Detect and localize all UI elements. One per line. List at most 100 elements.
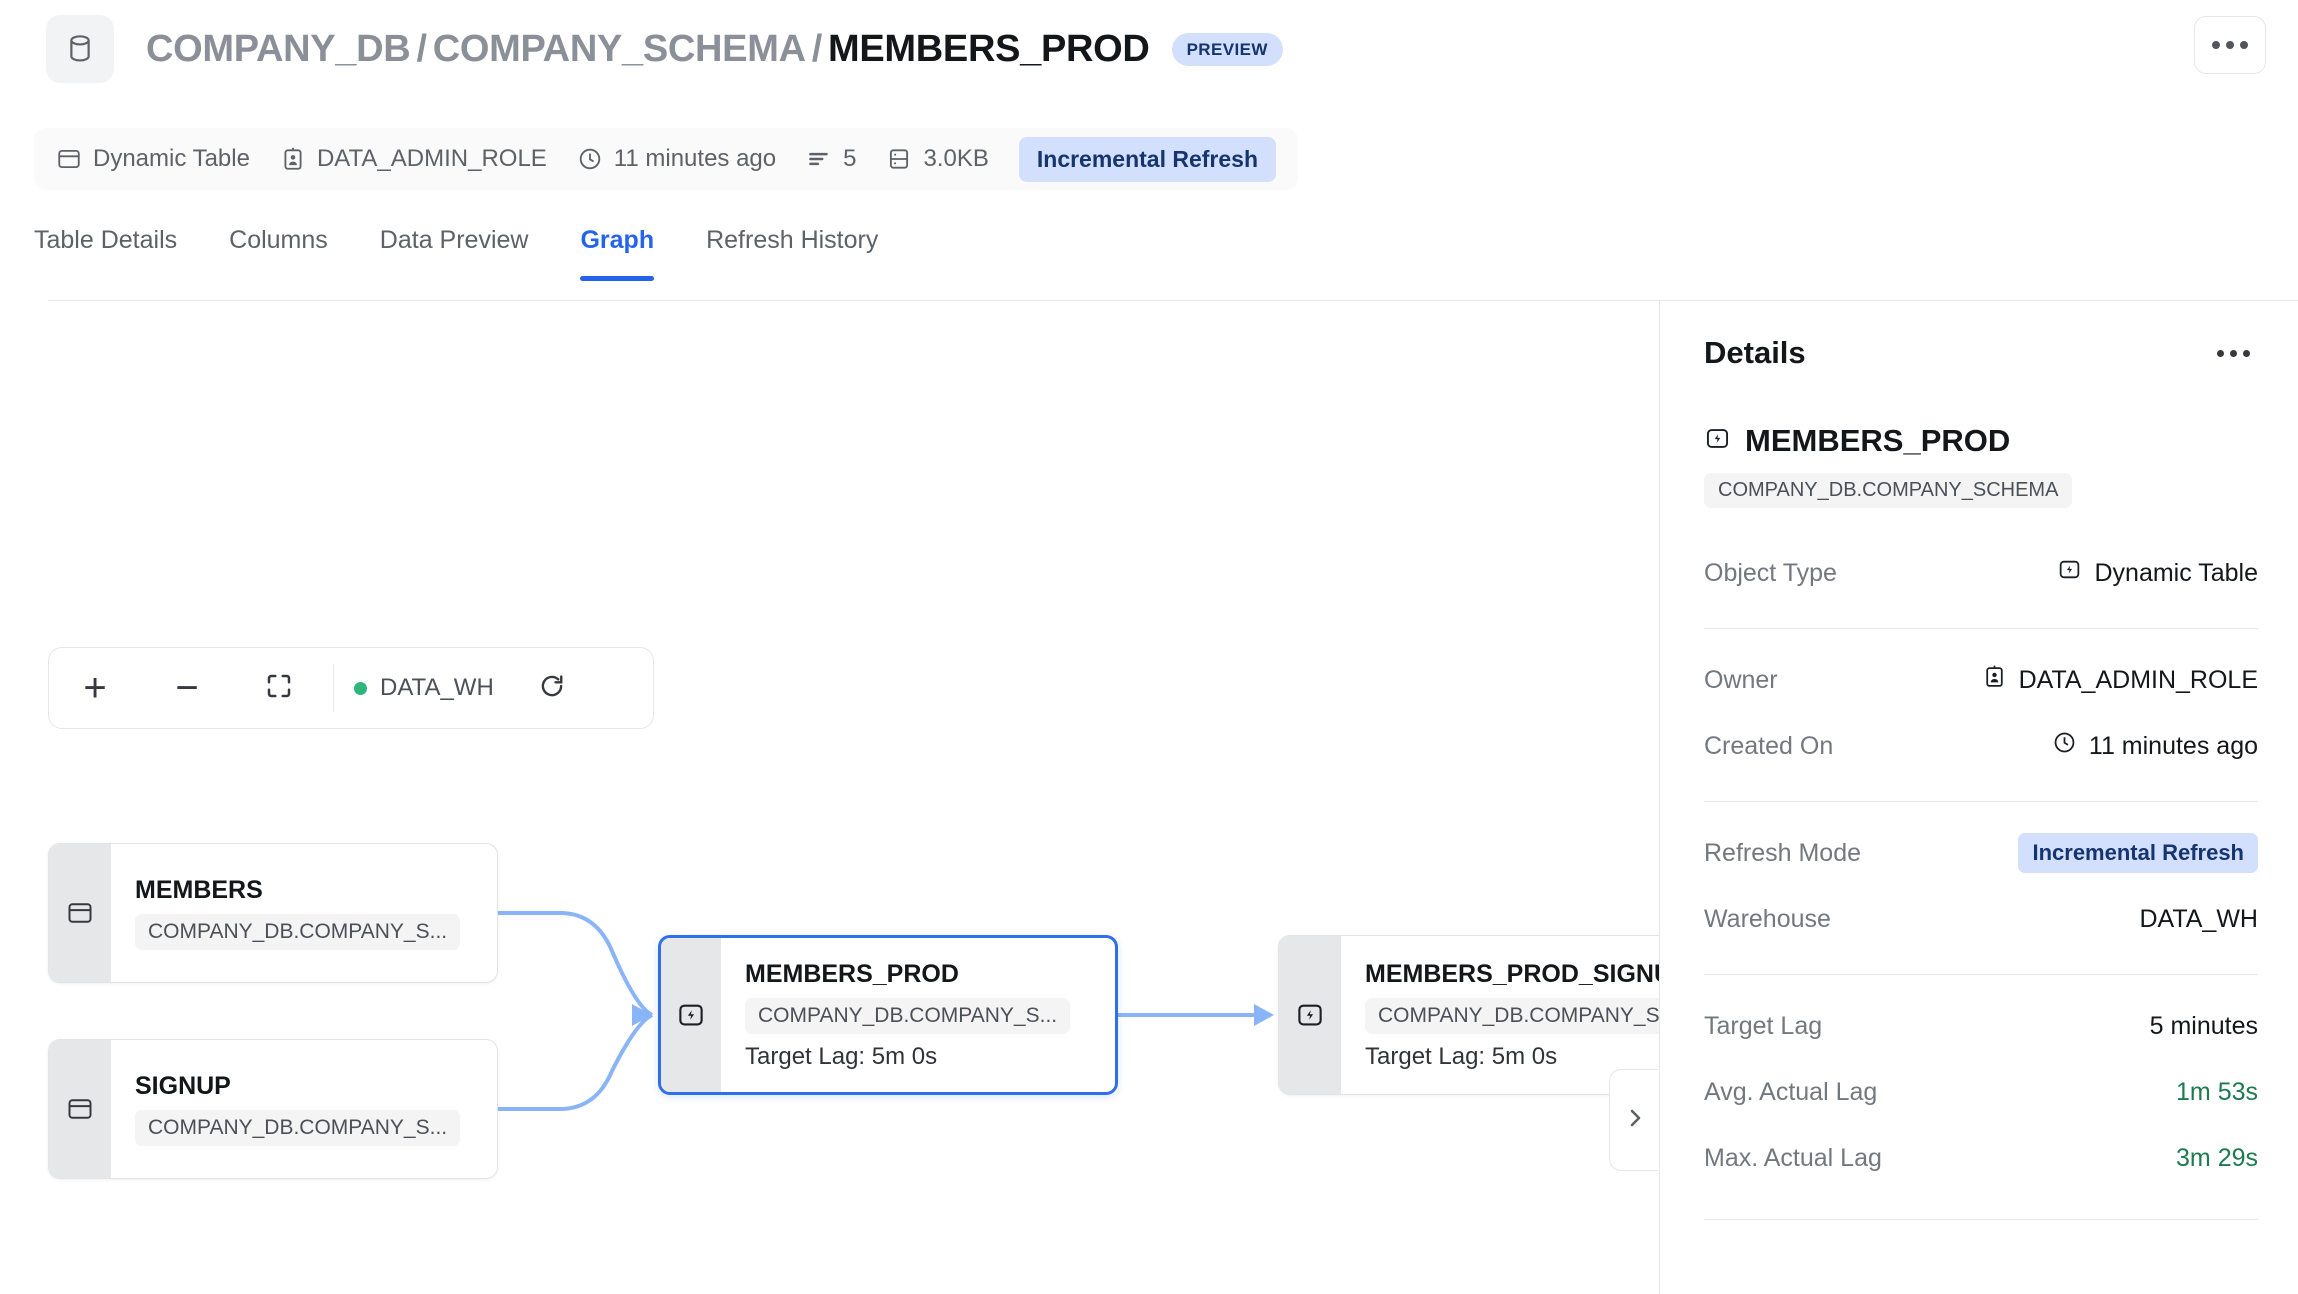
fit-view-icon	[264, 671, 294, 706]
tab-columns[interactable]: Columns	[229, 218, 328, 281]
details-row-warehouse: Warehouse DATA_WH	[1704, 886, 2258, 952]
preview-badge: PREVIEW	[1171, 32, 1283, 66]
details-target-lag-value: 5 minutes	[2149, 1011, 2258, 1040]
dynamic-table-icon	[2057, 557, 2082, 589]
breadcrumb-separator-2: /	[811, 27, 823, 70]
details-divider	[1704, 1219, 2258, 1220]
graph-node-signup[interactable]: SIGNUP COMPANY_DB.COMPANY_S...	[48, 1039, 498, 1179]
tab-table-details[interactable]: Table Details	[34, 218, 177, 281]
graph-node-members[interactable]: MEMBERS COMPANY_DB.COMPANY_S...	[48, 843, 498, 983]
header-more-button[interactable]	[2194, 16, 2266, 74]
details-created-value: 11 minutes ago	[2088, 731, 2258, 760]
details-value: DATA_ADMIN_ROLE	[1982, 664, 2258, 696]
graph-toolbar: + − DATA_WH	[48, 647, 654, 729]
details-value: Incremental Refresh	[2018, 833, 2258, 873]
details-owner-value: DATA_ADMIN_ROLE	[2018, 665, 2258, 694]
meta-created-label: 11 minutes ago	[613, 145, 777, 172]
details-warehouse-value: DATA_WH	[2139, 904, 2258, 933]
graph-node-members-prod[interactable]: MEMBERS_PROD COMPANY_DB.COMPANY_S... Tar…	[658, 935, 1118, 1095]
details-value: Dynamic Table	[2057, 557, 2258, 589]
graph-node-title: MEMBERS_PROD_SIGNUP	[1365, 959, 1659, 988]
graph-node-body: SIGNUP COMPANY_DB.COMPANY_S...	[111, 1040, 497, 1178]
graph-node-body: MEMBERS_PROD_SIGNUP COMPANY_DB.COMPANY_S…	[1341, 936, 1659, 1094]
details-row-owner: Owner DATA_ADMIN_ROLE	[1704, 647, 2258, 713]
tab-refresh-history[interactable]: Refresh History	[706, 218, 878, 281]
meta-rows-label: 5	[843, 145, 857, 172]
user-badge-icon	[1982, 664, 2007, 696]
details-more-button[interactable]	[2209, 342, 2258, 365]
details-object-name: MEMBERS_PROD	[1745, 423, 2011, 458]
details-label: Owner	[1704, 665, 1778, 694]
database-icon	[46, 15, 114, 83]
meta-refresh-mode: Incremental Refresh	[1018, 136, 1277, 182]
graph-node-body: MEMBERS COMPANY_DB.COMPANY_S...	[111, 844, 497, 982]
details-max-lag-value: 3m 29s	[2176, 1143, 2258, 1172]
plus-icon: +	[83, 666, 107, 710]
details-row-object-type: Object Type Dynamic Table	[1704, 540, 2258, 606]
more-dot-icon	[2217, 349, 2224, 357]
breadcrumb-database[interactable]: COMPANY_DB	[146, 28, 411, 70]
graph-node-path: COMPANY_DB.COMPANY_S...	[135, 914, 461, 950]
storage-icon	[886, 146, 912, 172]
details-label: Warehouse	[1704, 904, 1831, 933]
tab-graph[interactable]: Graph	[580, 218, 654, 281]
zoom-out-button[interactable]: −	[141, 648, 233, 728]
meta-size-label: 3.0KB	[923, 145, 989, 172]
breadcrumb-separator-1: /	[416, 27, 427, 70]
details-object-type-value: Dynamic Table	[2094, 558, 2258, 587]
more-dot-icon	[2240, 41, 2248, 49]
toolbar-divider	[333, 664, 334, 712]
clock-icon	[2052, 730, 2077, 762]
graph-node-title: MEMBERS	[135, 876, 263, 904]
clock-icon	[577, 146, 603, 172]
rows-icon	[806, 146, 832, 172]
table-icon	[49, 844, 111, 982]
panel-collapse-button[interactable]	[1609, 1069, 1659, 1171]
details-row-created-on: Created On 11 minutes ago	[1704, 713, 2258, 779]
details-row-avg-actual-lag: Avg. Actual Lag 1m 53s	[1704, 1059, 2258, 1125]
details-label: Object Type	[1704, 558, 1837, 587]
details-title: Details	[1704, 335, 1806, 370]
details-label: Created On	[1704, 731, 1834, 760]
graph-refresh-button[interactable]	[506, 648, 598, 728]
fit-view-button[interactable]	[233, 648, 325, 728]
details-avg-lag-value: 1m 53s	[2176, 1077, 2258, 1106]
details-refresh-mode-badge: Incremental Refresh	[2018, 833, 2258, 873]
warehouse-label: DATA_WH	[380, 674, 494, 701]
more-dot-icon	[2243, 349, 2250, 357]
details-header: Details	[1704, 335, 2258, 371]
meta-owner-label: DATA_ADMIN_ROLE	[316, 145, 547, 172]
tab-data-preview[interactable]: Data Preview	[380, 218, 529, 281]
details-row-max-actual-lag: Max. Actual Lag 3m 29s	[1704, 1125, 2258, 1191]
meta-rows: 5	[806, 145, 856, 173]
graph-nodes: MEMBERS COMPANY_DB.COMPANY_S... SIGNUP C…	[0, 301, 1659, 1294]
page-title: COMPANY_DB / COMPANY_SCHEMA / MEMBERS_PROD	[146, 28, 1150, 71]
graph-node-title: MEMBERS_PROD	[745, 959, 959, 988]
more-dot-icon	[2212, 41, 2220, 49]
zoom-in-button[interactable]: +	[49, 648, 141, 728]
meta-size: 3.0KB	[886, 145, 989, 173]
graph-node-members-prod-signup[interactable]: MEMBERS_PROD_SIGNUP COMPANY_DB.COMPANY_S…	[1278, 935, 1659, 1095]
details-divider	[1704, 628, 2258, 629]
meta-object-type: Dynamic Table	[56, 145, 250, 173]
metadata-bar: Dynamic Table DATA_ADMIN_ROLE 11 minutes…	[34, 128, 1299, 190]
more-dot-icon	[2230, 349, 2237, 357]
breadcrumb-schema[interactable]: COMPANY_SCHEMA	[433, 28, 806, 70]
lineage-graph-pane[interactable]: MEMBERS COMPANY_DB.COMPANY_S... SIGNUP C…	[0, 301, 1659, 1294]
meta-created: 11 minutes ago	[577, 145, 776, 173]
details-label: Refresh Mode	[1704, 838, 1862, 867]
graph-node-body: MEMBERS_PROD COMPANY_DB.COMPANY_S... Tar…	[721, 938, 1115, 1092]
details-label: Avg. Actual Lag	[1704, 1077, 1878, 1106]
more-dot-icon	[2226, 41, 2234, 49]
warehouse-selector[interactable]: DATA_WH	[342, 674, 506, 702]
details-object-path: COMPANY_DB.COMPANY_SCHEMA	[1704, 473, 2073, 508]
table-icon	[49, 1040, 111, 1178]
dynamic-table-icon	[1279, 936, 1341, 1094]
details-object-name-row: MEMBERS_PROD	[1704, 423, 2258, 459]
details-divider	[1704, 974, 2258, 975]
graph-node-path: COMPANY_DB.COMPANY_S...	[1365, 997, 1659, 1034]
breadcrumb-object: MEMBERS_PROD	[828, 27, 1150, 70]
status-dot-icon	[354, 681, 367, 695]
graph-node-target-lag: Target Lag: 5m 0s	[745, 1042, 938, 1070]
meta-object-type-label: Dynamic Table	[93, 145, 250, 172]
